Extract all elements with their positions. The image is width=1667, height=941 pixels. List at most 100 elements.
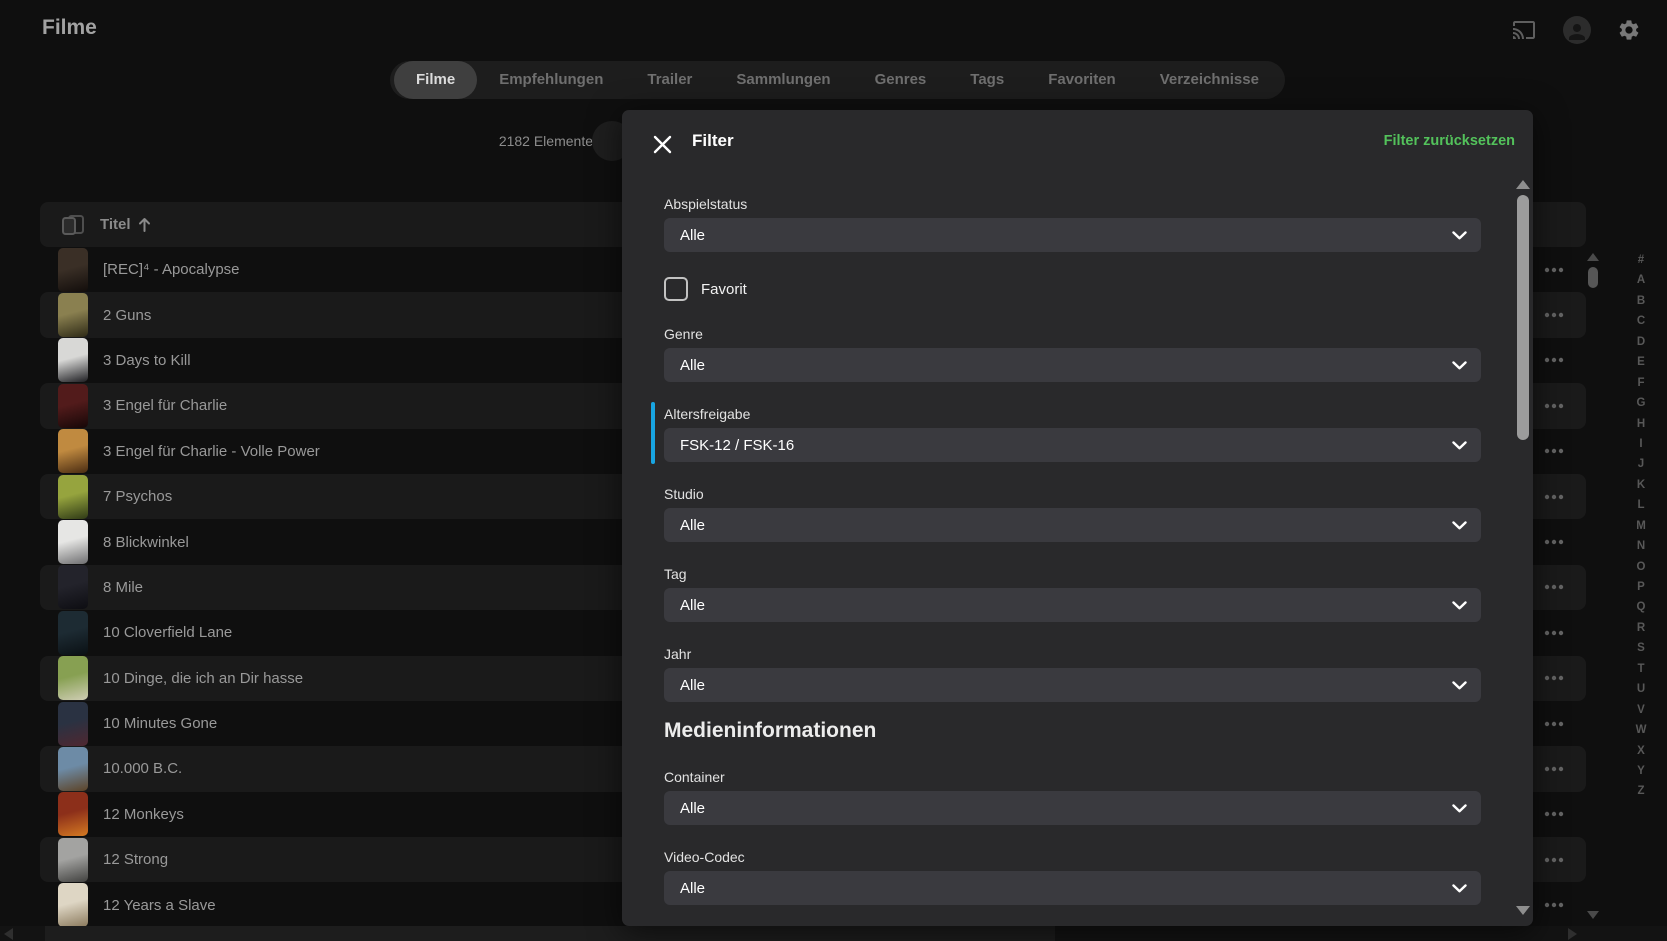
scroll-down-icon[interactable] [1587,911,1599,919]
scroll-left-icon[interactable] [4,928,13,940]
field-label: Video-Codec [664,849,745,865]
column-header-titel[interactable]: Titel [100,216,151,233]
tab[interactable]: Trailer [625,61,714,99]
scroll-up-icon[interactable] [1587,253,1599,261]
list-scrollbar-thumb[interactable] [1588,267,1598,288]
column-header-label: Titel [100,216,131,233]
row-menu-icon[interactable] [1544,448,1564,454]
select-input[interactable]: Alle [664,791,1481,825]
row-menu-icon[interactable] [1544,267,1564,273]
movie-title: 3 Days to Kill [103,351,191,369]
alphabet-letter[interactable]: F [1630,373,1652,393]
tab[interactable]: Favoriten [1026,61,1138,99]
select-value: Alle [680,799,706,817]
page-title: Filme [42,16,97,39]
user-avatar-icon[interactable] [1563,16,1591,44]
select-input[interactable]: Alle [664,588,1481,622]
row-menu-icon[interactable] [1544,630,1564,636]
select-input[interactable]: Alle [664,668,1481,702]
row-menu-icon[interactable] [1544,721,1564,727]
dialog-title: Filter [692,131,734,150]
movie-poster [58,883,88,928]
alphabet-letter[interactable]: H [1630,414,1652,434]
alphabet-letter[interactable]: I [1630,434,1652,454]
tab[interactable]: Filme [394,61,478,99]
row-menu-icon[interactable] [1544,902,1564,908]
movie-poster [58,383,88,428]
row-menu-icon[interactable] [1544,312,1564,318]
alphabet-letter[interactable]: W [1630,720,1652,740]
alphabet-letter[interactable]: R [1630,618,1652,638]
row-menu-icon[interactable] [1544,857,1564,863]
select-value: Alle [680,676,706,694]
select-input[interactable]: FSK-12 / FSK-16 [664,428,1481,462]
select-value: Alle [680,516,706,534]
select-input[interactable]: Alle [664,871,1481,905]
movie-title: 12 Strong [103,851,169,869]
row-menu-icon[interactable] [1544,403,1564,409]
alphabet-letter[interactable]: A [1630,270,1652,290]
alphabet-letter[interactable]: K [1630,475,1652,495]
alphabet-letter[interactable]: S [1630,638,1652,658]
scroll-up-icon[interactable] [1516,180,1530,189]
alphabet-letter[interactable]: Q [1630,597,1652,617]
tab[interactable]: Verzeichnisse [1138,61,1281,99]
scroll-right-icon[interactable] [1568,928,1577,940]
select-chevron-icon [1452,884,1467,893]
alphabet-letter[interactable]: J [1630,454,1652,474]
alphabet-letter[interactable]: M [1630,516,1652,536]
alphabet-letter[interactable]: T [1630,659,1652,679]
settings-gear-icon[interactable] [1617,18,1641,42]
select-chevron-icon [1452,441,1467,450]
alphabet-letter[interactable]: E [1630,352,1652,372]
movie-title: 3 Engel für Charlie - Volle Power [103,442,320,460]
alphabet-letter[interactable]: X [1630,741,1652,761]
select-input[interactable]: Alle [664,218,1481,252]
field-label: Container [664,769,725,785]
alphabet-letter[interactable]: Y [1630,761,1652,781]
scroll-down-icon[interactable] [1516,906,1530,915]
poster-column-icon [60,213,86,237]
movie-title: 12 Monkeys [103,805,184,823]
alphabet-letter[interactable]: U [1630,679,1652,699]
movie-title: 10 Dinge, die ich an Dir hasse [103,669,304,687]
select-value: Alle [680,596,706,614]
row-menu-icon[interactable] [1544,675,1564,681]
cast-icon[interactable] [1511,18,1537,42]
alphabet-letter[interactable]: C [1630,311,1652,331]
row-menu-icon[interactable] [1544,811,1564,817]
row-menu-icon[interactable] [1544,584,1564,590]
favorite-checkbox[interactable] [664,277,688,301]
select-input[interactable]: Alle [664,348,1481,382]
close-icon[interactable] [648,130,676,158]
sort-ascending-icon [138,218,150,232]
row-menu-icon[interactable] [1544,494,1564,500]
alphabet-letter[interactable]: G [1630,393,1652,413]
alphabet-letter[interactable]: Z [1630,781,1652,801]
alphabet-letter[interactable]: B [1630,291,1652,311]
alphabet-letter[interactable]: L [1630,495,1652,515]
filter-dialog: Filter Filter zurücksetzen Abspielstatus… [622,110,1533,926]
alphabet-letter[interactable]: D [1630,332,1652,352]
filter-field: Video-Codec Alle [664,849,1481,905]
alphabet-letter[interactable]: P [1630,577,1652,597]
movie-poster [58,610,88,655]
movie-poster [58,792,88,837]
alphabet-letter[interactable]: # [1630,250,1652,270]
alphabet-letter[interactable]: V [1630,700,1652,720]
tab[interactable]: Empfehlungen [477,61,625,99]
dialog-scrollbar-thumb[interactable] [1517,195,1529,440]
tab[interactable]: Sammlungen [714,61,852,99]
alphabet-letter[interactable]: N [1630,536,1652,556]
select-chevron-icon [1452,521,1467,530]
row-menu-icon[interactable] [1544,357,1564,363]
select-input[interactable]: Alle [664,508,1481,542]
filter-reset-link[interactable]: Filter zurücksetzen [1384,133,1515,149]
tab[interactable]: Tags [948,61,1026,99]
alphabet-letter[interactable]: O [1630,557,1652,577]
tab[interactable]: Genres [853,61,949,99]
field-label: Jahr [664,646,692,662]
row-menu-icon[interactable] [1544,766,1564,772]
field-label: Abspielstatus [664,196,748,212]
row-menu-icon[interactable] [1544,539,1564,545]
